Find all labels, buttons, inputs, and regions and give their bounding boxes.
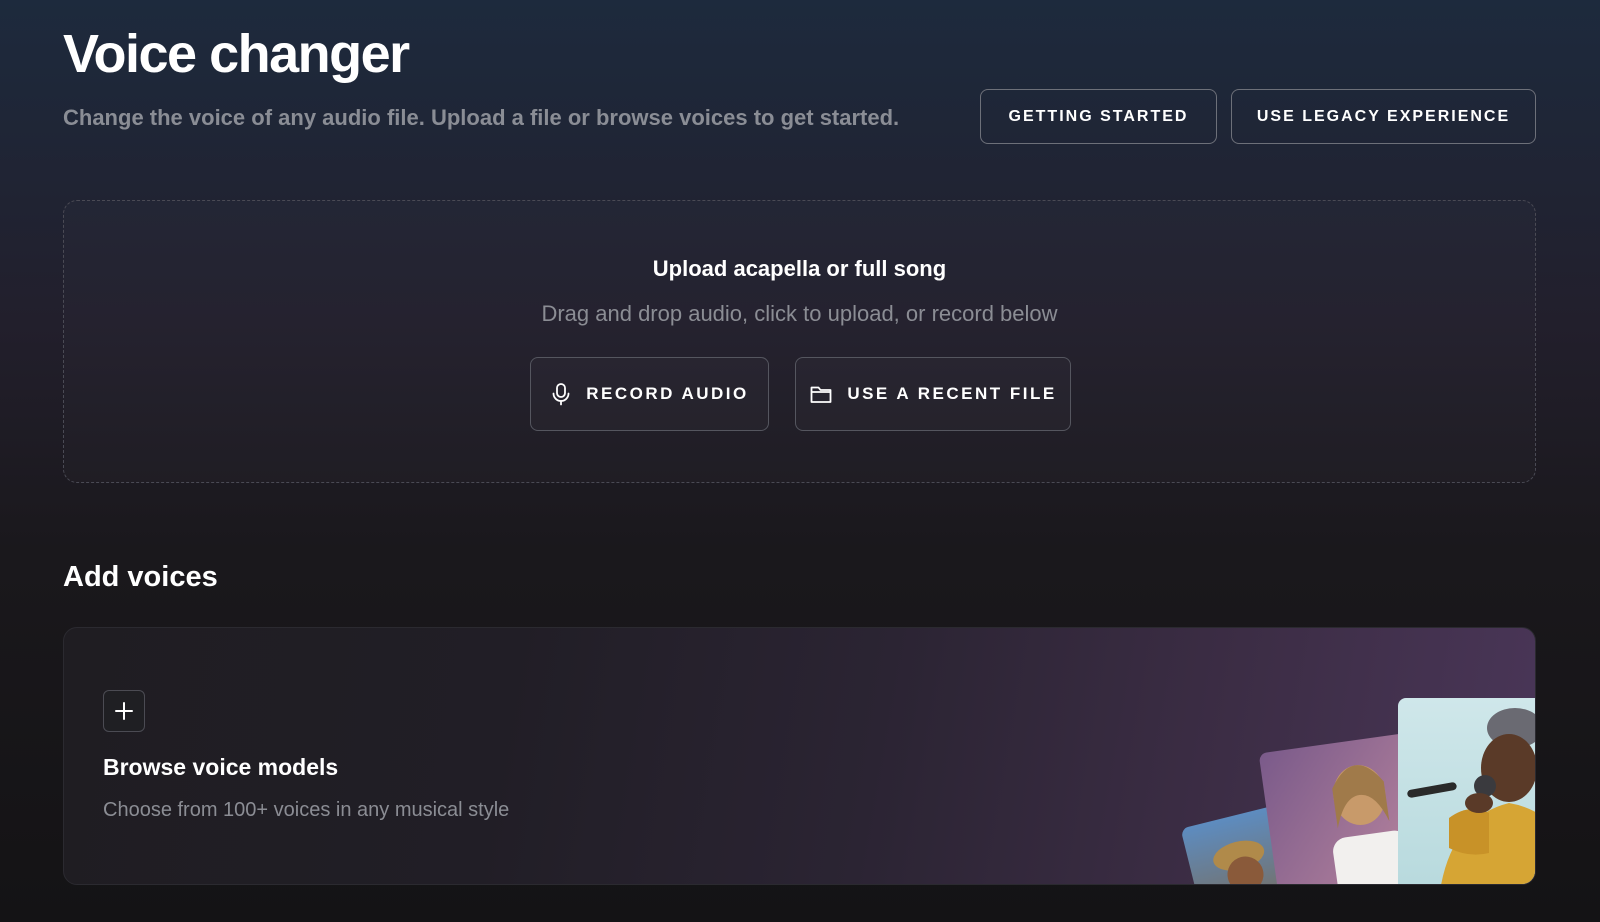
voice-artists-collage-image: [1182, 698, 1535, 884]
upload-dropzone[interactable]: Upload acapella or full song Drag and dr…: [63, 200, 1536, 483]
upload-title: Upload acapella or full song: [652, 256, 947, 281]
folder-icon: [809, 383, 833, 405]
plus-icon: [103, 690, 145, 732]
page-subtitle: Change the voice of any audio file. Uplo…: [63, 105, 900, 130]
add-voices-heading: Add voices: [63, 561, 218, 593]
use-recent-file-label: USE A RECENT FILE: [847, 384, 1057, 403]
record-audio-label: RECORD AUDIO: [586, 384, 749, 403]
use-recent-file-button[interactable]: USE A RECENT FILE: [795, 357, 1071, 431]
browse-voice-models-card[interactable]: Browse voice models Choose from 100+ voi…: [63, 627, 1536, 885]
browse-voice-models-subtitle: Choose from 100+ voices in any musical s…: [103, 799, 510, 821]
browse-voice-models-title: Browse voice models: [103, 754, 339, 780]
upload-subtitle: Drag and drop audio, click to upload, or…: [541, 301, 1058, 326]
microphone-icon: [550, 382, 572, 406]
getting-started-button[interactable]: GETTING STARTED: [980, 89, 1217, 144]
voice-changer-page: Voice changer Change the voice of any au…: [0, 0, 1600, 922]
record-audio-button[interactable]: RECORD AUDIO: [530, 357, 769, 431]
use-legacy-experience-button[interactable]: USE LEGACY EXPERIENCE: [1231, 89, 1536, 144]
page-title: Voice changer: [63, 24, 410, 84]
